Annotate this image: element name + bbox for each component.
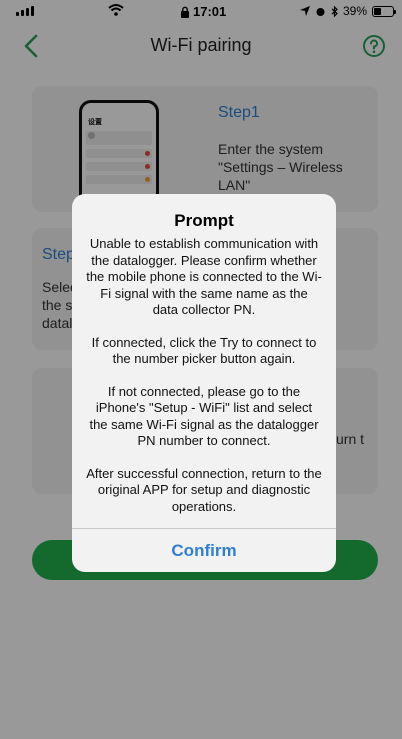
dialog-paragraph: If connected, click the Try to connect t… [91,334,317,367]
dialog-paragraph: Unable to establish communication with t… [86,236,322,317]
prompt-dialog: Prompt Unable to establish communication… [72,194,336,572]
dialog-paragraph: After successful connection, return to t… [86,465,322,514]
dialog-message: Unable to establish communication with t… [86,236,322,531]
confirm-button[interactable]: Confirm [72,529,336,572]
dialog-title: Prompt [174,211,234,230]
dialog-paragraph: If not connected, please go to the iPhon… [89,383,319,449]
